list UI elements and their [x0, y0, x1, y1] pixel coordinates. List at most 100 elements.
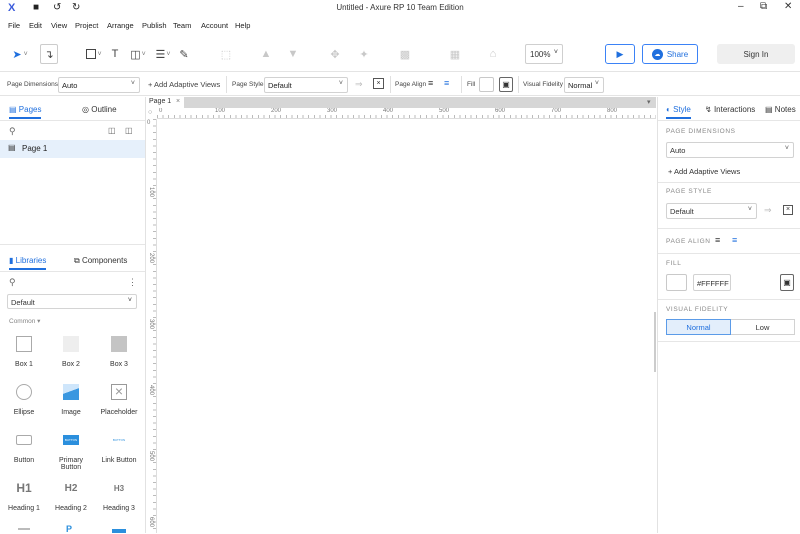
tab-components[interactable]: ⧉ Components [74, 256, 127, 266]
tab-page-1[interactable]: Page 1 × [146, 97, 184, 108]
add-adaptive-views-link[interactable]: + Add Adaptive Views [668, 167, 740, 176]
outline-icon: ◎ [82, 105, 89, 114]
reset-style-icon[interactable]: × [373, 78, 384, 89]
widget-primary-button[interactable]: BUTTON Primary Button [48, 427, 94, 471]
ellipse-icon [1, 379, 47, 405]
fill-hex-input[interactable]: #FFFFFF [693, 274, 731, 291]
search-icon[interactable]: ⚲ [9, 277, 16, 288]
tab-pages[interactable]: ▤ Pages [9, 105, 42, 119]
zoom-select[interactable]: 100% ˅ [525, 44, 563, 64]
widget-heading-1[interactable]: H1 Heading 1 [1, 475, 47, 512]
chevron-down-icon: ˅ [130, 80, 135, 87]
rotate-icon[interactable]: ⌂ [485, 44, 501, 64]
page-style-select[interactable]: Default ˅ [666, 203, 757, 219]
link-widget-icon [112, 529, 126, 533]
widget-group-label[interactable]: Common ▾ [9, 317, 40, 325]
fidelity-low-button[interactable]: Low [731, 319, 795, 335]
tab-libraries[interactable]: ▮ Libraries [9, 256, 47, 270]
sign-in-button[interactable]: Sign In [717, 44, 795, 64]
fill-color-swatch[interactable] [666, 274, 687, 291]
edit-style-icon[interactable]: ⇒ [355, 79, 363, 90]
edit-style-icon[interactable]: ⇒ [764, 205, 772, 216]
preview-button[interactable]: ▶ [605, 44, 635, 64]
tabs-dropdown-icon[interactable]: ▾ [647, 98, 651, 106]
label-widget-icon [18, 528, 30, 533]
widget-link-button[interactable]: BUTTON Link Button [96, 427, 142, 464]
connector-tool-icon[interactable]: ↴ [40, 44, 58, 64]
left-panel: ▤ Pages ◎ Outline ⚲ ◫ ◫ ▤ Page 1 ▮ Libra… [0, 97, 146, 534]
page-dimensions-select[interactable]: Auto ˅ [58, 77, 140, 93]
close-icon[interactable]: ✕ [784, 1, 792, 12]
menu-view[interactable]: View [51, 21, 67, 30]
text-tool-icon[interactable]: T [108, 44, 122, 64]
library-select[interactable]: Default ˅ [7, 294, 137, 309]
align-center-icon[interactable]: ≡ [732, 235, 737, 245]
ruler-label: 500 [439, 108, 450, 114]
ungroup-icon[interactable]: ✦ [356, 44, 372, 64]
widget-placeholder[interactable]: × Placeholder [96, 379, 142, 416]
menu-file[interactable]: File [8, 21, 20, 30]
arrange-front-icon[interactable]: ▩ [395, 44, 415, 64]
more-options-icon[interactable]: ⋮ [128, 277, 137, 288]
layers-tool-icon[interactable]: ☰ ˅ [152, 44, 174, 64]
menu-project[interactable]: Project [75, 21, 98, 30]
menu-edit[interactable]: Edit [29, 21, 42, 30]
align-icon[interactable]: ▲ [258, 44, 274, 64]
tab-outline[interactable]: ◎ Outline [82, 105, 117, 114]
widget-box-3[interactable]: Box 3 [96, 331, 142, 368]
widget-heading-2[interactable]: H2 Heading 2 [48, 475, 94, 513]
reset-style-icon[interactable]: × [783, 205, 793, 215]
menu-arrange[interactable]: Arrange [107, 21, 134, 30]
page-dimensions-select[interactable]: Auto ˅ [666, 142, 794, 158]
pen-tool-icon[interactable]: ✎ [176, 44, 192, 64]
menu-account[interactable]: Account [201, 21, 228, 30]
align-center-icon[interactable]: ≡ [444, 78, 449, 88]
menu-help[interactable]: Help [235, 21, 250, 30]
minimize-icon[interactable]: – [738, 1, 744, 12]
tab-style[interactable]: ◐ Style [666, 105, 691, 119]
align-left-icon[interactable]: ≡ [428, 78, 433, 88]
restore-icon[interactable]: ⧉ [760, 1, 767, 12]
add-page-icon[interactable]: ◫ [108, 126, 116, 135]
fill-image-icon[interactable]: ▣ [780, 274, 794, 291]
section-fill: FILL [666, 260, 682, 267]
distribute-icon[interactable]: ▼ [285, 44, 301, 64]
design-canvas[interactable] [158, 120, 656, 533]
crop-icon[interactable]: ⬚ [218, 44, 234, 64]
menu-team[interactable]: Team [173, 21, 191, 30]
fill-image-icon[interactable]: ▣ [499, 77, 513, 92]
search-icon[interactable]: ⚲ [9, 126, 16, 137]
widget-image[interactable]: Image [48, 379, 94, 416]
ruler-label: 100 [148, 187, 154, 198]
doc-tab-label: Page 1 [149, 98, 172, 105]
widget-label: Button [13, 457, 35, 464]
tab-interactions[interactable]: ↯ Interactions [705, 105, 755, 114]
page-style-select[interactable]: Default ˅ [264, 77, 348, 93]
add-folder-icon[interactable]: ◫ [125, 126, 133, 135]
group-icon[interactable]: ✥ [327, 44, 343, 64]
fidelity-normal-button[interactable]: Normal [666, 319, 731, 335]
widget-heading-3[interactable]: H3 Heading 3 [96, 475, 142, 513]
widget-box-1[interactable]: Box 1 [1, 331, 47, 368]
chevron-down-icon: ˅ [553, 49, 558, 56]
tab-notes[interactable]: ▤ Notes [765, 105, 796, 114]
canvas-scrollbar[interactable] [654, 312, 656, 372]
fill-color-swatch[interactable] [479, 77, 494, 92]
align-left-icon[interactable]: ≡ [715, 235, 720, 245]
widget-tool-icon[interactable]: ◫ ˅ [127, 44, 149, 64]
menu-publish[interactable]: Publish [142, 21, 167, 30]
share-button[interactable]: ☁ Share [642, 44, 698, 64]
rectangle-tool-icon[interactable]: ˅ [83, 44, 105, 64]
widget-button[interactable]: Button [1, 427, 47, 464]
add-adaptive-views-link[interactable]: + Add Adaptive Views [148, 80, 220, 89]
page-list-item[interactable]: ▤ Page 1 [0, 140, 145, 158]
select-tool-icon[interactable]: ➤ ˅ [7, 44, 33, 64]
page-dimensions-label: Page Dimensions [7, 81, 58, 88]
widget-box-2[interactable]: Box 2 [48, 331, 94, 368]
close-tab-icon[interactable]: × [176, 98, 180, 105]
widget-ellipse[interactable]: Ellipse [1, 379, 47, 416]
chevron-down-icon: ˅ [338, 80, 343, 87]
arrange-back-icon[interactable]: ▦ [445, 44, 465, 64]
visual-fidelity-select[interactable]: Normal ˅ [564, 77, 604, 93]
widget-label: Ellipse [13, 409, 35, 416]
